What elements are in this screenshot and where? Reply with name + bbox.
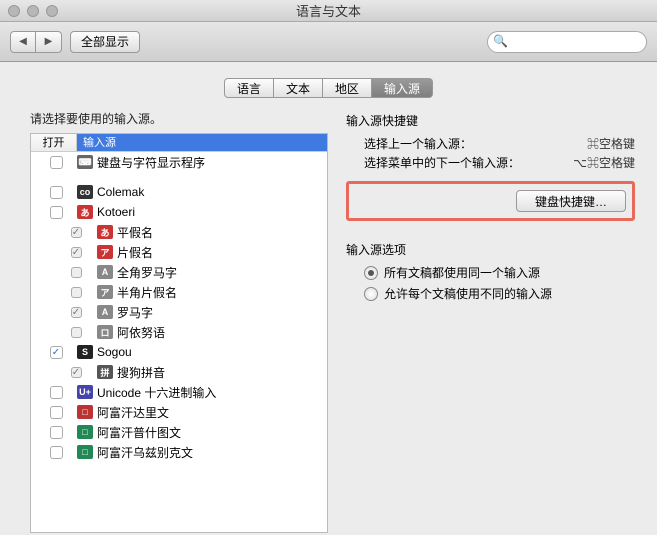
checkbox[interactable] xyxy=(50,386,63,399)
source-label: Kotoeri xyxy=(97,205,135,219)
titlebar: 语言与文本 xyxy=(0,0,657,22)
checkbox xyxy=(71,327,82,338)
checkbox xyxy=(71,267,82,278)
option-title: 输入源选项 xyxy=(346,241,635,258)
show-all-button[interactable]: 全部显示 xyxy=(70,31,140,53)
radio-label: 允许每个文稿使用不同的输入源 xyxy=(384,285,552,302)
list-item[interactable]: A 全角罗马字 xyxy=(31,262,327,282)
source-icon: あ xyxy=(97,225,113,239)
shortcut-button-highlight: 键盘快捷键… xyxy=(346,181,635,221)
tab-3[interactable]: 输入源 xyxy=(372,78,433,98)
source-label: 罗马字 xyxy=(117,304,153,321)
radio-icon[interactable] xyxy=(364,266,378,280)
list-item[interactable]: □ 阿富汗普什图文 xyxy=(31,422,327,442)
list-item[interactable]: ア片假名 xyxy=(31,242,327,262)
source-label: Unicode 十六进制输入 xyxy=(97,384,216,401)
source-label: 平假名 xyxy=(117,224,153,241)
checkbox[interactable] xyxy=(50,406,63,419)
source-icon: A xyxy=(97,305,113,319)
checkbox xyxy=(71,247,82,258)
source-icon: □ xyxy=(77,405,93,419)
source-label: 搜狗拼音 xyxy=(117,364,165,381)
source-icon: U+ xyxy=(77,385,93,399)
prompt-text: 请选择要使用的输入源。 xyxy=(30,110,328,127)
radio-label: 所有文稿都使用同一个输入源 xyxy=(384,264,540,281)
source-label: 全角罗马字 xyxy=(117,264,177,281)
source-icon: ア xyxy=(97,245,113,259)
source-label: 阿富汗乌兹别克文 xyxy=(97,444,193,461)
source-icon: ⌨ xyxy=(77,155,93,169)
list-item[interactable]: あ平假名 xyxy=(31,222,327,242)
radio-option-0[interactable]: 所有文稿都使用同一个输入源 xyxy=(346,264,635,281)
source-icon: A xyxy=(97,265,113,279)
shortcut-row: 选择菜单中的下一个输入源：⌥⌘空格键 xyxy=(346,154,635,171)
checkbox[interactable] xyxy=(50,346,63,359)
source-label: Colemak xyxy=(97,185,144,199)
tab-row: 语言文本地区输入源 xyxy=(0,62,657,110)
forward-button[interactable]: ▶ xyxy=(36,31,62,53)
source-icon: S xyxy=(77,345,93,359)
source-icon: co xyxy=(77,185,93,199)
list-item[interactable]: ア半角片假名 xyxy=(31,282,327,302)
list-item[interactable]: □ 阿富汗达里文 xyxy=(31,402,327,422)
radio-icon[interactable] xyxy=(364,287,378,301)
source-label: 片假名 xyxy=(117,244,153,261)
checkbox[interactable] xyxy=(50,446,63,459)
toolbar: ◀ ▶ 全部显示 🔍 xyxy=(0,22,657,62)
search-wrap: 🔍 xyxy=(487,31,647,53)
source-label: 阿富汗达里文 xyxy=(97,404,169,421)
col-open[interactable]: 打开 xyxy=(31,134,77,151)
source-label: 阿依努语 xyxy=(117,324,165,341)
checkbox xyxy=(71,287,82,298)
radio-option-1[interactable]: 允许每个文稿使用不同的输入源 xyxy=(346,285,635,302)
window-title: 语言与文本 xyxy=(0,1,657,20)
back-button[interactable]: ◀ xyxy=(10,31,36,53)
source-icon: 拼 xyxy=(97,365,113,379)
source-icon: □ xyxy=(77,425,93,439)
checkbox xyxy=(71,367,82,378)
list-item[interactable]: あ Kotoeri xyxy=(31,202,327,222)
list-item[interactable]: co Colemak xyxy=(31,182,327,202)
col-source[interactable]: 输入源 xyxy=(77,134,327,151)
checkbox[interactable] xyxy=(50,156,63,169)
source-label: Sogou xyxy=(97,345,132,359)
tab-2[interactable]: 地区 xyxy=(323,78,372,98)
input-source-list: 打开 输入源 ⌨键盘与字符显示程序coColemakあKotoeriあ平假名ア片… xyxy=(30,133,328,533)
source-icon: □ xyxy=(77,445,93,459)
checkbox[interactable] xyxy=(50,426,63,439)
checkbox[interactable] xyxy=(50,206,63,219)
list-item[interactable]: S Sogou xyxy=(31,342,327,362)
source-icon: ロ xyxy=(97,325,113,339)
keyboard-shortcuts-button[interactable]: 键盘快捷键… xyxy=(516,190,626,212)
list-item[interactable]: ロ阿依努语 xyxy=(31,322,327,342)
list-item[interactable]: ⌨ 键盘与字符显示程序 xyxy=(31,152,327,172)
list-header: 打开 输入源 xyxy=(31,134,327,152)
source-icon: あ xyxy=(77,205,93,219)
source-label: 半角片假名 xyxy=(117,284,177,301)
source-label: 键盘与字符显示程序 xyxy=(97,154,205,171)
nav-seg: ◀ ▶ xyxy=(10,31,62,53)
checkbox xyxy=(71,227,82,238)
tab-1[interactable]: 文本 xyxy=(274,78,323,98)
checkbox xyxy=(71,307,82,318)
list-item[interactable]: A 罗马字 xyxy=(31,302,327,322)
checkbox[interactable] xyxy=(50,186,63,199)
shortcut-title: 输入源快捷键 xyxy=(346,112,635,129)
search-icon: 🔍 xyxy=(493,34,508,48)
search-input[interactable] xyxy=(487,31,647,53)
tab-0[interactable]: 语言 xyxy=(224,78,274,98)
source-label: 阿富汗普什图文 xyxy=(97,424,181,441)
list-item[interactable]: □ 阿富汗乌兹别克文 xyxy=(31,442,327,462)
list-item[interactable]: U+ Unicode 十六进制输入 xyxy=(31,382,327,402)
tab-segment: 语言文本地区输入源 xyxy=(224,78,433,98)
list-rows[interactable]: ⌨键盘与字符显示程序coColemakあKotoeriあ平假名ア片假名A全角罗马… xyxy=(31,152,327,532)
list-item[interactable]: 拼搜狗拼音 xyxy=(31,362,327,382)
source-icon: ア xyxy=(97,285,113,299)
shortcut-row: 选择上一个输入源：⌘空格键 xyxy=(346,135,635,152)
